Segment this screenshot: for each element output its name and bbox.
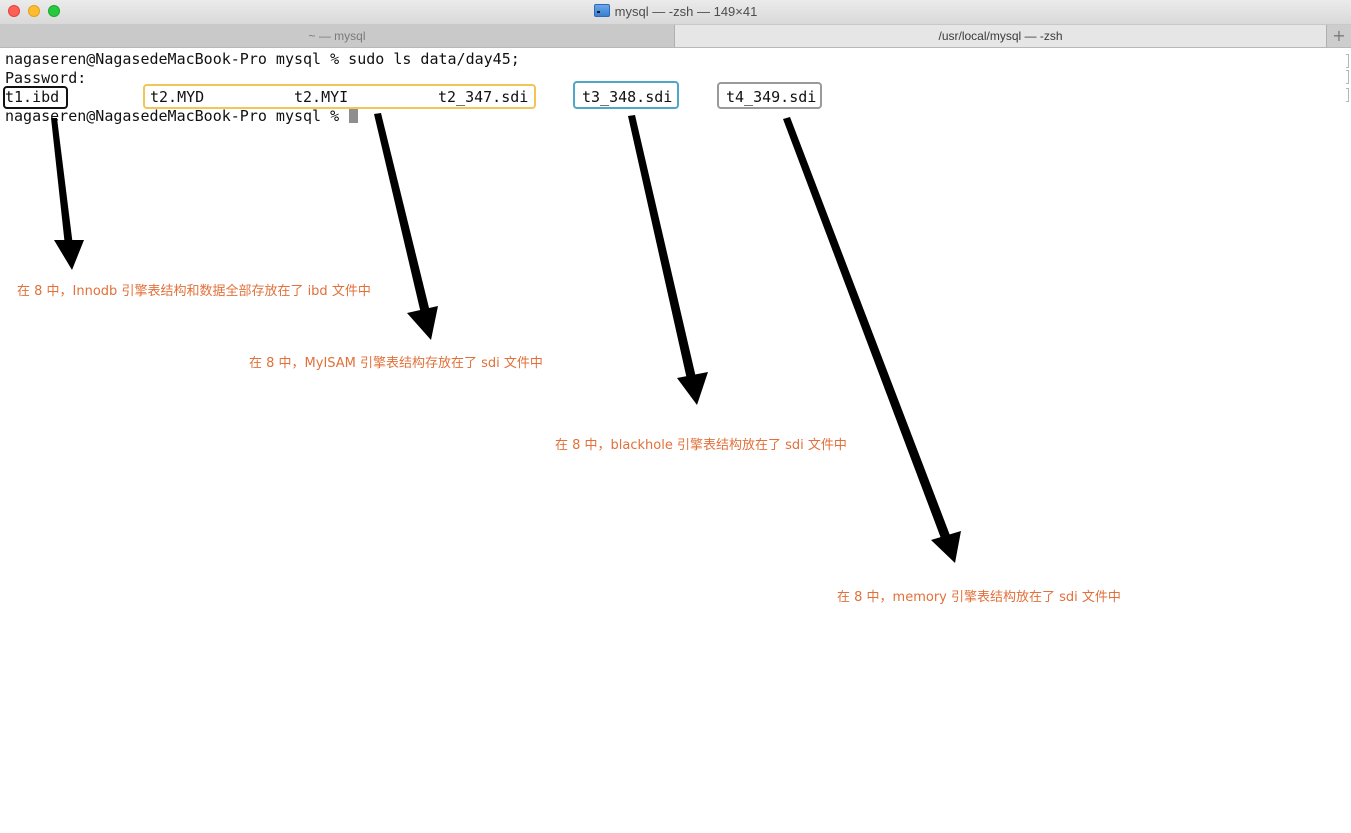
scroll-marker-top — [1346, 54, 1349, 68]
terminal-window: mysql — -zsh — 149×41 ~ — mysql /usr/loc… — [0, 0, 1351, 833]
highlight-box-blackhole — [573, 81, 679, 109]
highlight-box-innodb — [3, 86, 68, 109]
scroll-marker-bottom — [1346, 88, 1349, 102]
command-line: nagaseren@NagasedeMacBook-Pro mysql % su… — [5, 50, 520, 68]
scroll-marker-mid — [1346, 70, 1349, 84]
prompt-line: nagaseren@NagasedeMacBook-Pro mysql % — [5, 107, 359, 126]
terminal-folder-icon — [593, 4, 610, 17]
highlight-box-memory — [717, 82, 822, 109]
annotation-myisam: 在 8 中，MyISAM 引擎表结构存放在了 sdi 文件中 — [249, 356, 543, 371]
highlight-box-myisam — [143, 84, 536, 109]
window-title-text: mysql — -zsh — 149×41 — [614, 4, 758, 19]
text-cursor — [349, 108, 359, 123]
tab-usr-local-mysql[interactable]: /usr/local/mysql — -zsh — [675, 25, 1327, 47]
tab-bar: ~ — mysql /usr/local/mysql — -zsh + — [0, 25, 1351, 48]
new-tab-button[interactable]: + — [1327, 25, 1351, 47]
window-title: mysql — -zsh — 149×41 — [0, 4, 1351, 19]
annotation-innodb: 在 8 中，Innodb 引擎表结构和数据全部存放在了 ibd 文件中 — [17, 284, 371, 299]
title-bar: mysql — -zsh — 149×41 — [0, 0, 1351, 25]
tab-mysql[interactable]: ~ — mysql — [0, 25, 675, 47]
annotation-blackhole: 在 8 中，blackhole 引擎表结构放在了 sdi 文件中 — [555, 438, 847, 453]
annotation-memory: 在 8 中，memory 引擎表结构放在了 sdi 文件中 — [837, 590, 1121, 605]
prompt-text: nagaseren@NagasedeMacBook-Pro mysql % — [5, 107, 349, 125]
